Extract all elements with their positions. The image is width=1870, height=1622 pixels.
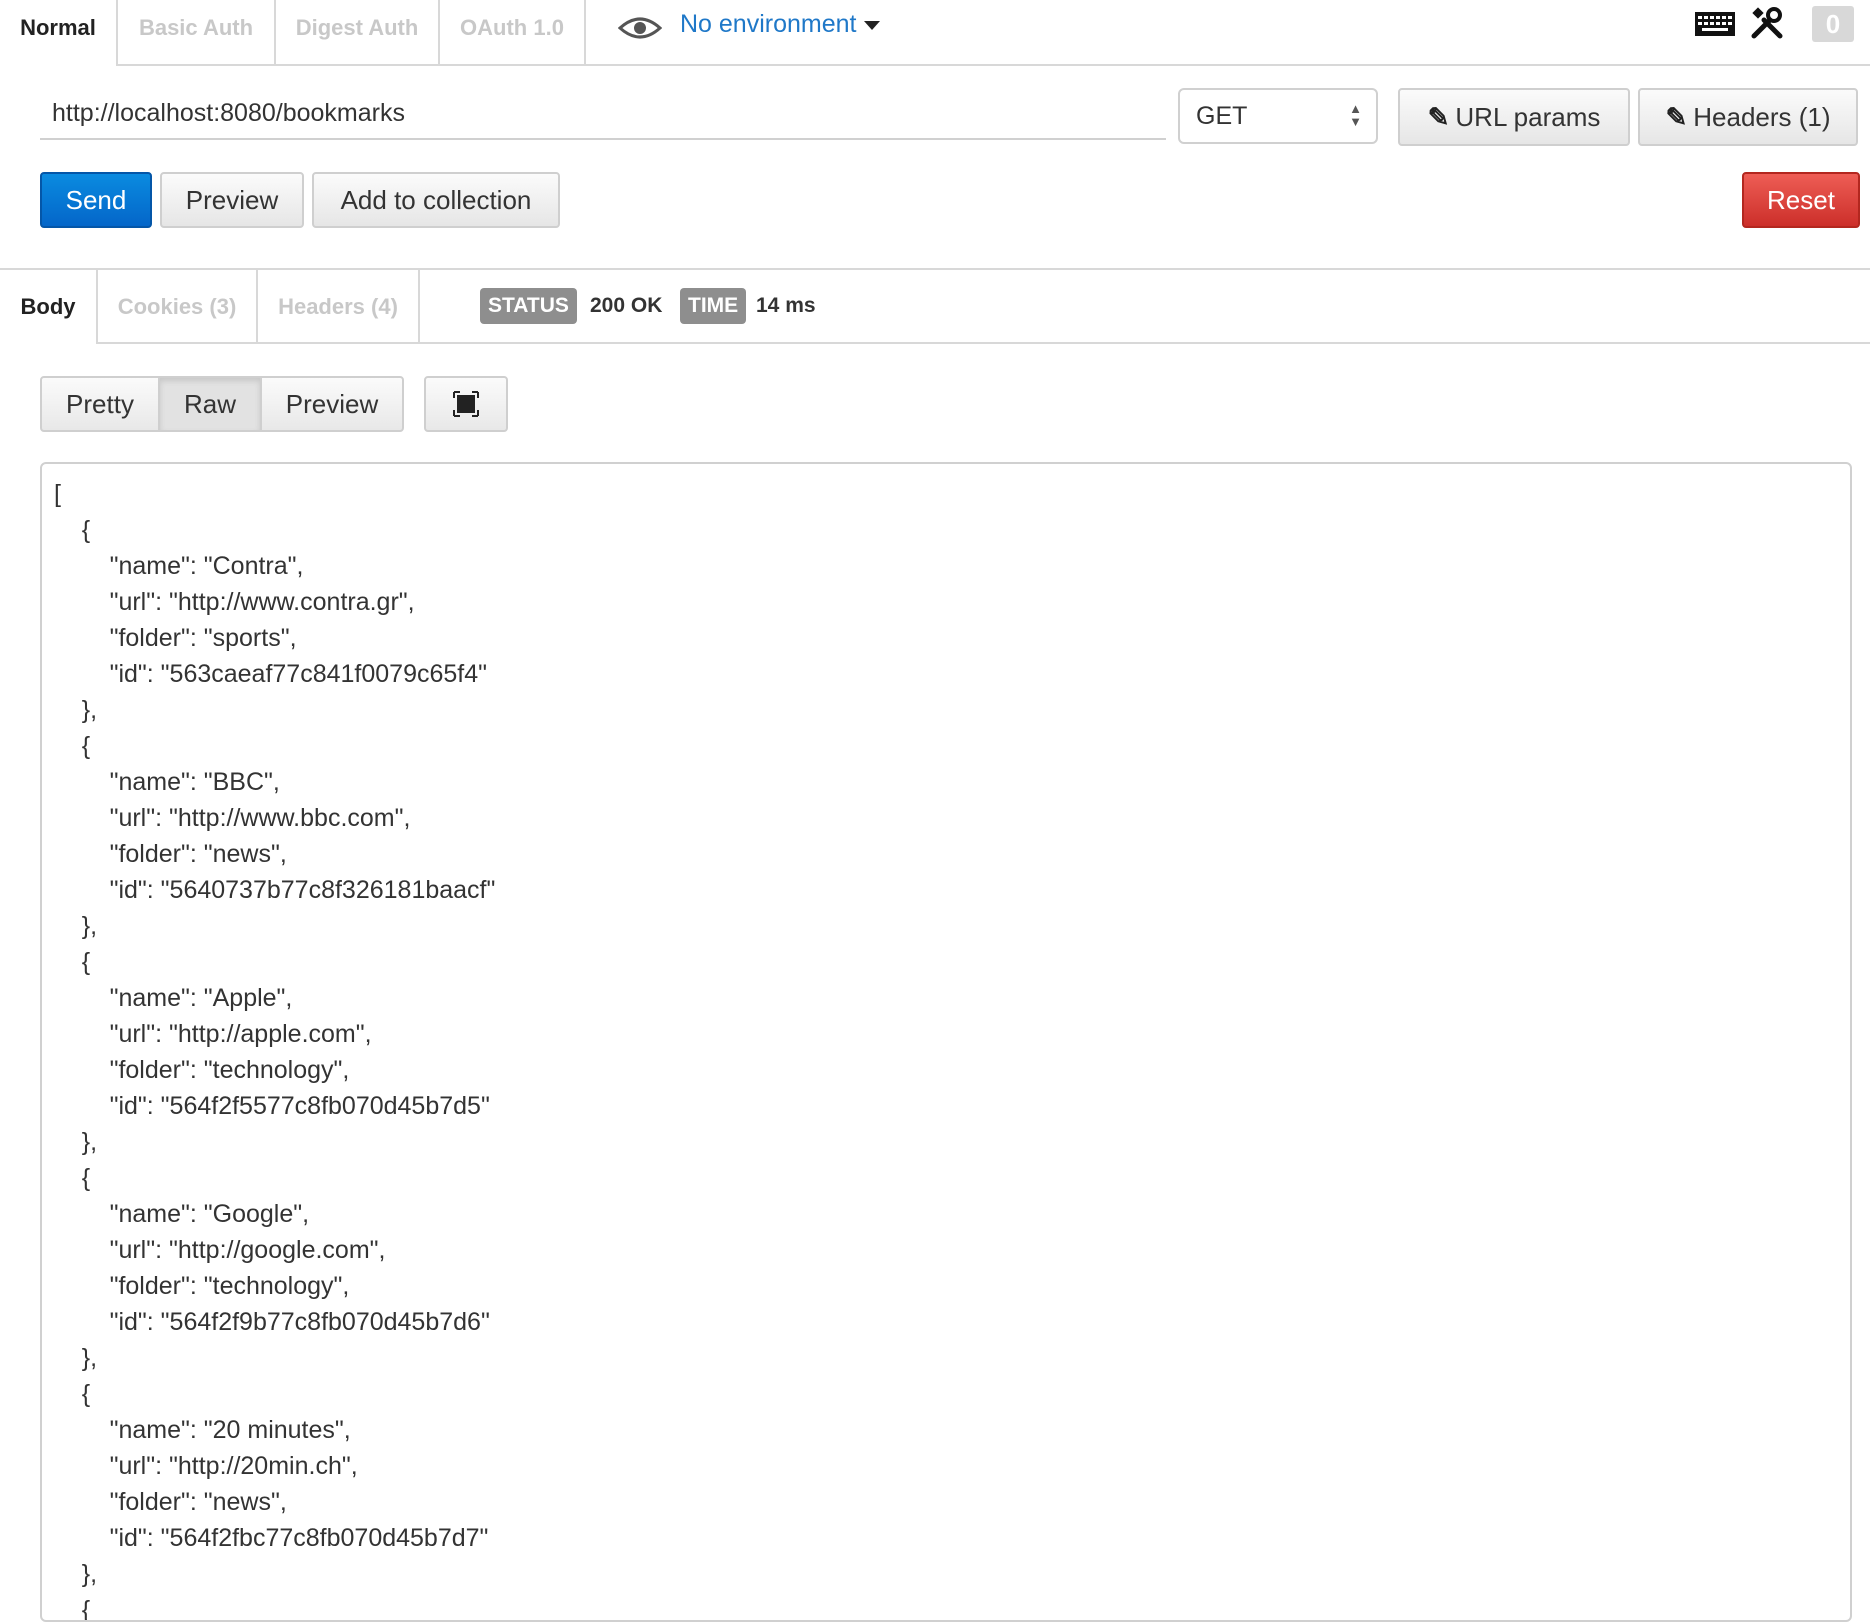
counter-badge[interactable]: 0 <box>1812 6 1854 42</box>
headers-button[interactable]: ✎ Headers (1) <box>1638 88 1858 146</box>
response-body-text: [ { "name": "Contra", "url": "http://www… <box>42 464 1850 1622</box>
eye-icon[interactable] <box>618 14 662 42</box>
headers-label: Headers (1) <box>1693 102 1831 132</box>
body-line: { <box>54 516 91 544</box>
view-raw-button[interactable]: Raw <box>158 376 262 432</box>
body-line: { <box>54 948 91 976</box>
tab-normal[interactable]: Normal <box>0 0 118 66</box>
body-line: "folder": "technology", <box>54 1056 350 1084</box>
body-line: }, <box>54 912 98 940</box>
body-line: }, <box>54 1128 98 1156</box>
view-preview-button[interactable]: Preview <box>260 376 404 432</box>
status-value: 200 OK <box>590 294 663 317</box>
body-line: "url": "http://google.com", <box>54 1236 386 1264</box>
fullscreen-button[interactable] <box>424 376 508 432</box>
body-line: "folder": "news", <box>54 1488 287 1516</box>
body-line: "url": "http://20min.ch", <box>54 1452 358 1480</box>
time-value: 14 ms <box>756 294 816 317</box>
send-button[interactable]: Send <box>40 172 152 228</box>
wrench-icon[interactable] <box>1750 6 1784 40</box>
body-line: "folder": "technology", <box>54 1272 350 1300</box>
body-line: "name": "Apple", <box>54 984 293 1012</box>
body-line: "id": "564f2f9b77c8fb070d45b7d6" <box>54 1308 490 1336</box>
auth-tabs: Normal Basic Auth Digest Auth OAuth 1.0 <box>0 0 1870 66</box>
reset-button[interactable]: Reset <box>1742 172 1860 228</box>
body-line: "name": "20 minutes", <box>54 1416 351 1444</box>
body-line: "url": "http://www.contra.gr", <box>54 588 415 616</box>
body-line: { <box>54 1380 91 1408</box>
body-line: }, <box>54 1344 98 1372</box>
url-params-button[interactable]: ✎ URL params <box>1398 88 1630 146</box>
body-line: { <box>54 1596 91 1622</box>
body-line: "id": "564f2fbc77c8fb070d45b7d7" <box>54 1524 489 1552</box>
environment-select[interactable]: No environment <box>680 10 881 39</box>
tab-digest-auth[interactable]: Digest Auth <box>276 0 440 64</box>
body-line: "id": "563caeaf77c841f0079c65f4" <box>54 660 488 688</box>
body-line: "id": "564f2f5577c8fb070d45b7d5" <box>54 1092 490 1120</box>
tab-body[interactable]: Body <box>0 270 98 344</box>
response-body[interactable]: [ { "name": "Contra", "url": "http://www… <box>40 462 1852 1622</box>
tab-response-headers[interactable]: Headers (4) <box>258 270 420 342</box>
chevron-down-icon <box>864 20 881 30</box>
fullscreen-icon <box>453 391 479 417</box>
add-to-collection-button[interactable]: Add to collection <box>312 172 560 228</box>
time-label-badge: TIME <box>680 288 747 324</box>
body-line: "folder": "news", <box>54 840 287 868</box>
body-line: "folder": "sports", <box>54 624 297 652</box>
select-arrows-icon: ▲ ▼ <box>1349 101 1362 129</box>
body-line: "id": "5640737b77c8f326181baacf" <box>54 876 496 904</box>
environment-label: No environment <box>680 10 857 38</box>
body-line: [ <box>54 480 61 508</box>
body-line: "name": "Google", <box>54 1200 310 1228</box>
body-line: "url": "http://www.bbc.com", <box>54 804 411 832</box>
body-line: { <box>54 732 91 760</box>
body-line: }, <box>54 1560 98 1588</box>
tab-oauth[interactable]: OAuth 1.0 <box>440 0 586 64</box>
body-line: "name": "Contra", <box>54 552 304 580</box>
status-label-badge: STATUS <box>480 288 577 324</box>
method-value: GET <box>1196 102 1248 130</box>
url-input[interactable] <box>40 88 1166 140</box>
response-tabs: Body Cookies (3) Headers (4) <box>0 270 1870 344</box>
tab-basic-auth[interactable]: Basic Auth <box>118 0 276 64</box>
body-line: "url": "http://apple.com", <box>54 1020 372 1048</box>
edit-icon: ✎ <box>1427 102 1450 132</box>
edit-icon: ✎ <box>1665 102 1688 132</box>
keyboard-icon[interactable] <box>1694 6 1736 40</box>
url-params-label: URL params <box>1455 102 1601 132</box>
body-line: }, <box>54 696 98 724</box>
view-pretty-button[interactable]: Pretty <box>40 376 160 432</box>
preview-button[interactable]: Preview <box>160 172 304 228</box>
body-line: "name": "BBC", <box>54 768 280 796</box>
method-select[interactable]: GET ▲ ▼ <box>1178 88 1378 144</box>
tab-cookies[interactable]: Cookies (3) <box>98 270 258 342</box>
body-line: { <box>54 1164 91 1192</box>
